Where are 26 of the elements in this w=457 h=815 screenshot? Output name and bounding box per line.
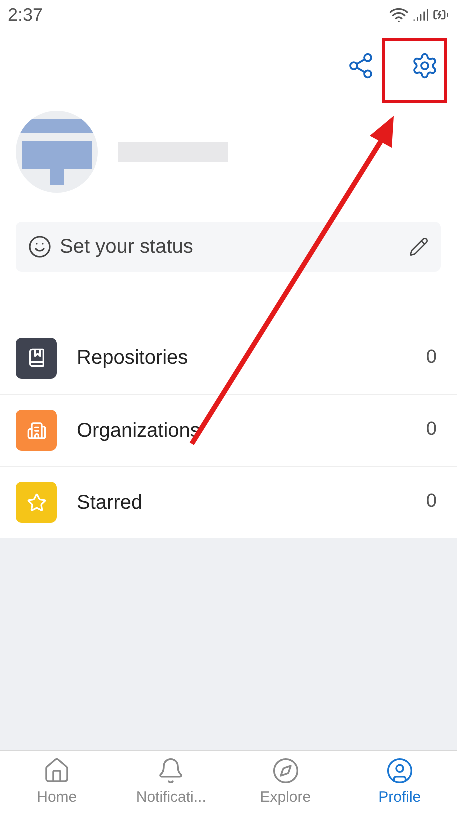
clock: 2:37 <box>8 4 44 26</box>
menu-count: 0 <box>426 346 438 370</box>
compass-icon <box>272 756 300 785</box>
menu-item[interactable]: Organizations 0 <box>0 394 457 466</box>
pencil-icon <box>409 237 429 257</box>
nav-tab[interactable]: Profile <box>342 751 457 815</box>
menu-label: Organizations <box>77 418 202 444</box>
menu-item[interactable]: Starred 0 <box>0 466 457 538</box>
status-field[interactable]: Set your status <box>16 222 441 272</box>
building-icon <box>26 420 46 440</box>
menu-label: Starred <box>77 490 144 516</box>
settings-button[interactable] <box>411 52 439 80</box>
book-icon <box>26 348 46 368</box>
user-icon <box>386 756 414 785</box>
menu-count: 0 <box>426 418 438 442</box>
status-placeholder: Set your status <box>60 235 194 260</box>
home-icon <box>43 756 72 785</box>
smiley-icon <box>28 235 52 259</box>
share-button[interactable] <box>347 52 375 80</box>
highlight-box <box>382 38 447 103</box>
menu-item[interactable]: Repositories 0 <box>0 322 457 394</box>
star-icon <box>26 492 46 512</box>
bell-icon <box>157 756 186 785</box>
menu-label: Repositories <box>77 346 190 371</box>
menu-count: 0 <box>426 490 438 514</box>
signal-icon <box>413 7 429 23</box>
